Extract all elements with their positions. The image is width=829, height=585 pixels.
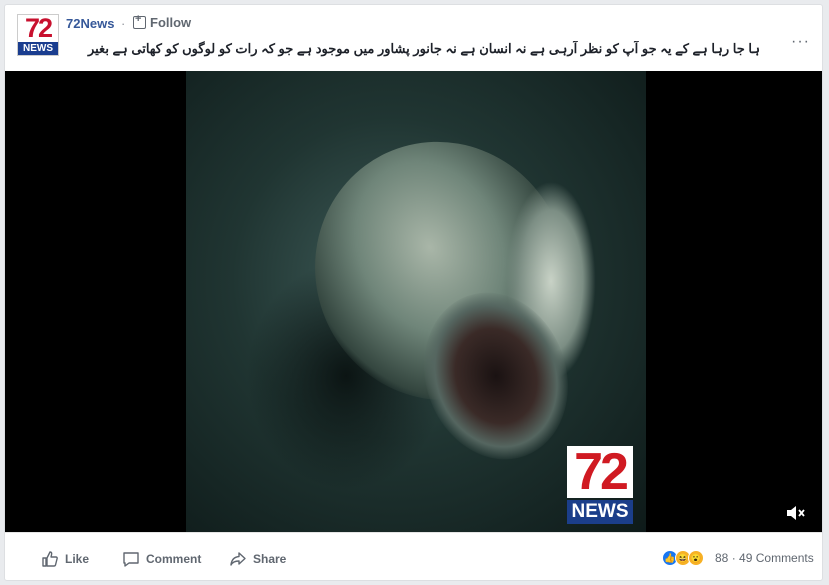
page-avatar[interactable]: 72 NEWS (17, 14, 59, 56)
wow-reaction-icon: 😮 (688, 550, 704, 566)
reaction-count: 88 (715, 551, 729, 565)
separator-dot: · (121, 16, 126, 31)
video-player[interactable]: 72 NEWS (5, 71, 822, 532)
thumbs-up-icon (42, 551, 58, 567)
like-label: Like (65, 552, 90, 566)
logo-number: 72 (24, 14, 53, 43)
watermark-word: NEWS (567, 500, 633, 524)
watermark-number: 72 (567, 446, 633, 498)
comment-button[interactable]: Comment (122, 550, 201, 568)
like-button[interactable]: Like (41, 550, 89, 568)
post-actions: Like Comment Share 👍 😆 😮 88 · 49 Comment… (5, 532, 822, 581)
share-label: Share (253, 552, 287, 566)
mute-icon[interactable] (785, 503, 807, 523)
follow-icon (133, 13, 146, 29)
share-icon (230, 552, 246, 566)
logo-word: NEWS (18, 42, 58, 55)
share-button[interactable]: Share (229, 550, 286, 568)
follow-label: Follow (150, 15, 192, 30)
comment-icon (123, 552, 139, 567)
post-header: 72 NEWS 72News · Follow ··· ہا جا رہا ہے… (5, 5, 822, 71)
comment-label: Comment (146, 552, 202, 566)
video-watermark: 72 NEWS (567, 446, 633, 526)
follow-button[interactable]: Follow (133, 13, 192, 30)
comments-count: 49 Comments (739, 551, 814, 565)
more-options-button[interactable]: ··· (791, 33, 810, 51)
post-card: 72 NEWS 72News · Follow ··· ہا جا رہا ہے… (4, 4, 823, 581)
engagement-counts[interactable]: 88 · 49 Comments (715, 551, 814, 565)
post-caption: ہا جا رہا ہے کے یہ جو آپ کو نظر آرہی ہے … (87, 41, 760, 56)
count-separator: · (731, 551, 736, 565)
reaction-icons[interactable]: 👍 😆 😮 (662, 550, 704, 566)
page-name-link[interactable]: 72News (66, 16, 114, 31)
